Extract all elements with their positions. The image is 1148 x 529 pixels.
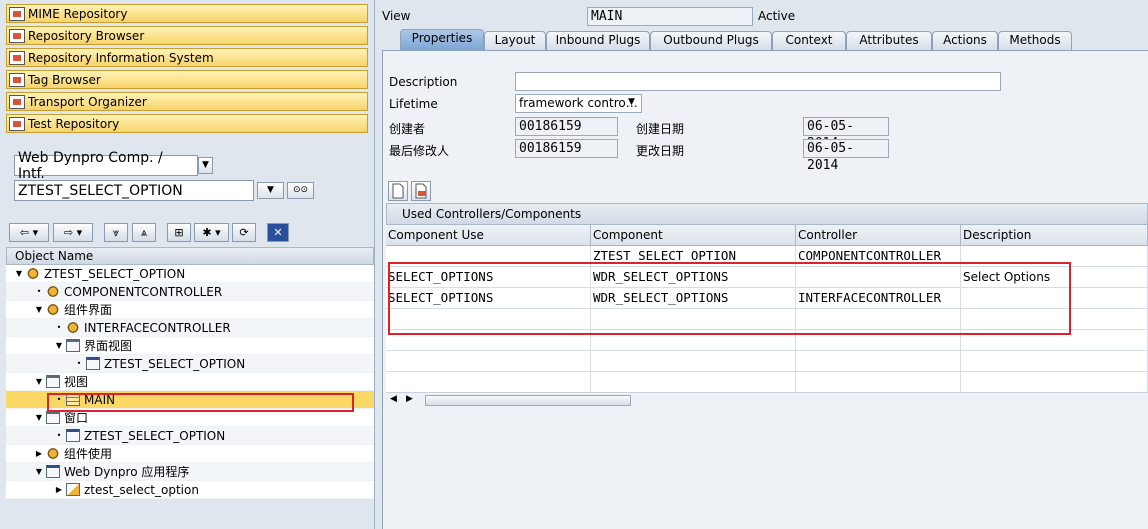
tab-properties[interactable]: Properties xyxy=(400,29,484,50)
browser-icon xyxy=(9,28,25,43)
scroll-left-icon[interactable]: ◀ xyxy=(390,394,397,404)
test-repository-button[interactable]: Test Repository xyxy=(6,114,368,133)
tab-layout[interactable]: Layout xyxy=(484,31,546,50)
lifetime-label: Lifetime xyxy=(389,97,438,111)
highlight-box xyxy=(388,262,1071,335)
object-name-column-header: Object Name xyxy=(6,247,374,265)
tab-inbound-plugs[interactable]: Inbound Plugs xyxy=(546,31,650,50)
created-by-label: 创建者 xyxy=(389,122,426,136)
lifetime-select[interactable]: framework contro… xyxy=(515,94,642,113)
glasses-display-icon[interactable]: ⊙⊙ xyxy=(287,182,314,199)
tree-node-componentcontroller[interactable]: • COMPONENTCONTROLLER xyxy=(6,283,374,301)
tree-node-interface-views[interactable]: ▼ 界面视图 xyxy=(6,337,374,355)
tab-attributes[interactable]: Attributes xyxy=(846,31,932,50)
controller-icon xyxy=(46,285,60,298)
tree-node-application[interactable]: ▶ ztest_select_option xyxy=(6,481,374,499)
created-on-label: 创建日期 xyxy=(636,122,685,136)
component-usage-icon xyxy=(46,447,60,460)
repository-info-system-button[interactable]: Repository Information System xyxy=(6,48,368,67)
lifetime-dropdown-icon[interactable]: ▼ xyxy=(628,97,635,107)
created-by-field: 00186159 xyxy=(515,117,618,136)
changed-on-field: 06-05-2014 xyxy=(803,139,889,173)
navigation-pane: MIME Repository Repository Browser Repos… xyxy=(0,0,375,529)
window-icon xyxy=(66,429,80,442)
view-label: View xyxy=(382,9,411,23)
component-icon xyxy=(26,267,40,280)
folder-icon xyxy=(46,375,60,388)
favorites-icon[interactable]: ✱ ▾ xyxy=(194,223,229,242)
created-on-field: 06-05-2014 xyxy=(803,117,889,151)
folder-icon xyxy=(46,411,60,424)
repository-browser-button[interactable]: Repository Browser xyxy=(6,26,368,45)
interface-icon xyxy=(46,303,60,316)
changed-by-label: 最后修改人 xyxy=(389,144,450,158)
highlight-box xyxy=(47,393,354,412)
scroll-thumb[interactable] xyxy=(425,395,631,406)
transport-organizer-button[interactable]: Transport Organizer xyxy=(6,92,368,111)
tree-node-component[interactable]: ▼ ZTEST_SELECT_OPTION xyxy=(6,265,374,283)
object-name-input[interactable]: ZTEST_SELECT_OPTION xyxy=(14,180,254,201)
object-type-dropdown-icon[interactable]: ▼ xyxy=(198,157,213,174)
collapse-up-icon[interactable]: ⩓ xyxy=(132,223,156,242)
column-header-component[interactable]: Component xyxy=(591,225,796,246)
tree-node-applications[interactable]: ▼ Web Dynpro 应用程序 xyxy=(6,463,374,481)
tab-outbound-plugs[interactable]: Outbound Plugs xyxy=(650,31,772,50)
mime-repository-button[interactable]: MIME Repository xyxy=(6,4,368,23)
close-icon[interactable]: ✕ xyxy=(267,223,289,242)
tree-node-component-usages[interactable]: ▶ 组件使用 xyxy=(6,445,374,463)
tab-methods[interactable]: Methods xyxy=(998,31,1072,50)
tab-actions[interactable]: Actions xyxy=(932,31,998,50)
tree-node-window[interactable]: • ZTEST_SELECT_OPTION xyxy=(6,427,374,445)
delete-row-icon[interactable] xyxy=(411,181,431,201)
tree-node-component-interface[interactable]: ▼ 组件界面 xyxy=(6,301,374,319)
tag-browser-button[interactable]: Tag Browser xyxy=(6,70,368,89)
view-name-field[interactable]: MAIN xyxy=(587,7,753,26)
object-type-select[interactable]: Web Dynpro Comp. / Intf. xyxy=(14,150,198,182)
controller-icon xyxy=(66,321,80,334)
hierarchy-icon xyxy=(9,50,25,65)
tab-context[interactable]: Context xyxy=(772,31,846,50)
changed-by-field: 00186159 xyxy=(515,139,618,158)
scroll-right-icon[interactable]: ▶ xyxy=(406,394,413,404)
new-row-icon[interactable] xyxy=(388,181,408,201)
description-label: Description xyxy=(389,75,458,89)
column-header-description[interactable]: Description xyxy=(961,225,1148,246)
window-icon xyxy=(86,357,100,370)
application-icon xyxy=(66,483,80,496)
used-controllers-title: Used Controllers/Components xyxy=(386,203,1148,225)
forward-arrow-icon[interactable]: ⇨ ▾ xyxy=(53,223,93,242)
view-status: Active xyxy=(758,9,796,23)
application-folder-icon xyxy=(46,465,60,478)
tree-node-views[interactable]: ▼ 视图 xyxy=(6,373,374,391)
refresh-icon[interactable]: ⟳ xyxy=(232,223,256,242)
hierarchy-view-icon[interactable]: ⊞ xyxy=(167,223,191,242)
table-row-empty[interactable] xyxy=(386,372,1148,393)
back-arrow-icon[interactable]: ⇦ ▾ xyxy=(9,223,49,242)
object-name-dropdown-icon[interactable]: ▼ xyxy=(257,182,284,199)
column-header-component-use[interactable]: Component Use xyxy=(386,225,591,246)
column-header-controller[interactable]: Controller xyxy=(796,225,961,246)
tag-icon xyxy=(9,72,25,87)
editor-pane: View MAIN Active Properties Layout Inbou… xyxy=(378,0,1148,529)
truck-icon xyxy=(9,94,25,109)
collapse-down-icon[interactable]: ⩔ xyxy=(104,223,128,242)
changed-on-label: 更改日期 xyxy=(636,144,685,158)
table-row-empty[interactable] xyxy=(386,351,1148,372)
folder-icon xyxy=(66,339,80,352)
horizontal-scrollbar[interactable]: ◀ ▶ xyxy=(386,392,1148,408)
test-icon xyxy=(9,116,25,131)
table-header-row: Component Use Component Controller Descr… xyxy=(386,225,1148,246)
object-tree: ▼ ZTEST_SELECT_OPTION • COMPONENTCONTROL… xyxy=(6,265,374,499)
mime-icon xyxy=(9,6,25,21)
tree-node-interfacecontroller[interactable]: • INTERFACECONTROLLER xyxy=(6,319,374,337)
description-input[interactable] xyxy=(515,72,1001,91)
tree-node-interface-view[interactable]: • ZTEST_SELECT_OPTION xyxy=(6,355,374,373)
